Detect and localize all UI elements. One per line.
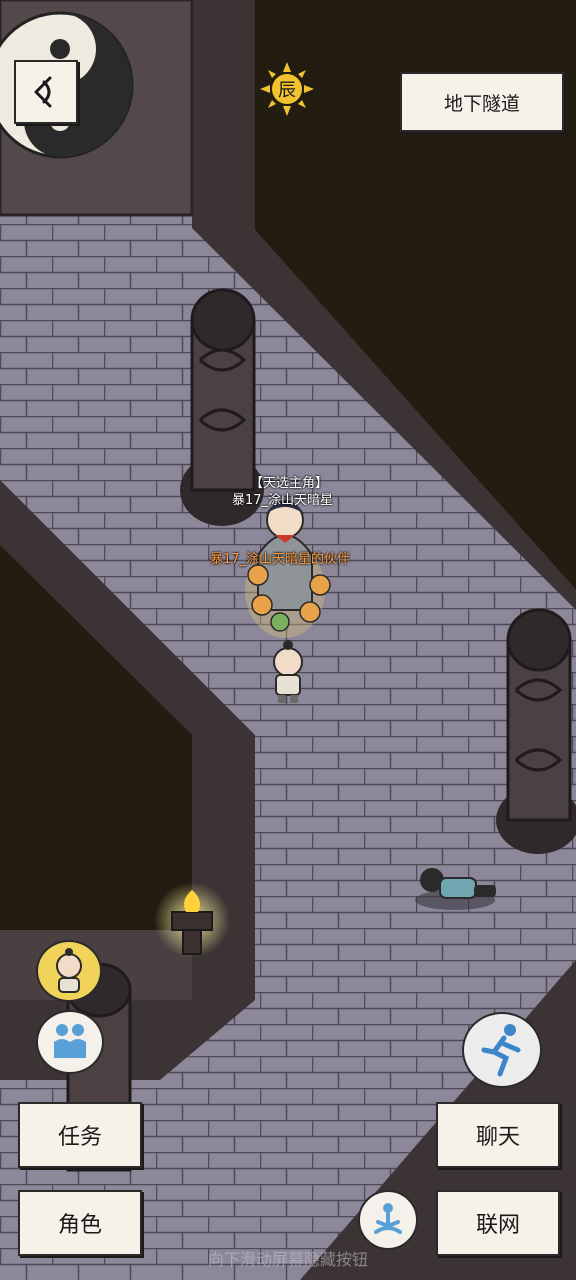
running-icon: [481, 1024, 521, 1077]
back-button[interactable]: [14, 60, 78, 124]
sprint-button[interactable]: [462, 1012, 542, 1088]
location-name: 地下隧道: [443, 92, 520, 115]
task-button[interactable]: 任务: [18, 1102, 142, 1168]
back-icon: [34, 76, 52, 108]
hide-buttons-hint: 向下滑动屏幕隐藏按钮: [207, 1250, 368, 1269]
social-button[interactable]: [36, 1010, 104, 1074]
chat-button-label: 聊天: [475, 1125, 520, 1150]
time-indicator: 辰: [258, 60, 316, 118]
child-avatar-icon: [56, 948, 82, 993]
meditation-icon: [374, 1203, 402, 1234]
wall-torch: [154, 882, 230, 958]
chat-button[interactable]: 聊天: [436, 1102, 560, 1168]
meditate-button[interactable]: [358, 1190, 418, 1250]
player-name: 暴17_涂山天暗星: [232, 493, 334, 508]
pillar-right: [496, 608, 576, 854]
time-glyph: 辰: [278, 80, 296, 101]
role-button-label: 角色: [57, 1213, 102, 1238]
network-button-label: 联网: [475, 1213, 520, 1238]
people-icon: [54, 1024, 86, 1058]
companion-avatar-button[interactable]: [36, 940, 102, 1002]
location-name-banner: 地下隧道: [400, 72, 564, 132]
task-button-label: 任务: [57, 1125, 102, 1150]
companion-name: 暴17_涂山天暗星的伙伴: [210, 552, 351, 567]
game-scene: [0, 0, 576, 1280]
